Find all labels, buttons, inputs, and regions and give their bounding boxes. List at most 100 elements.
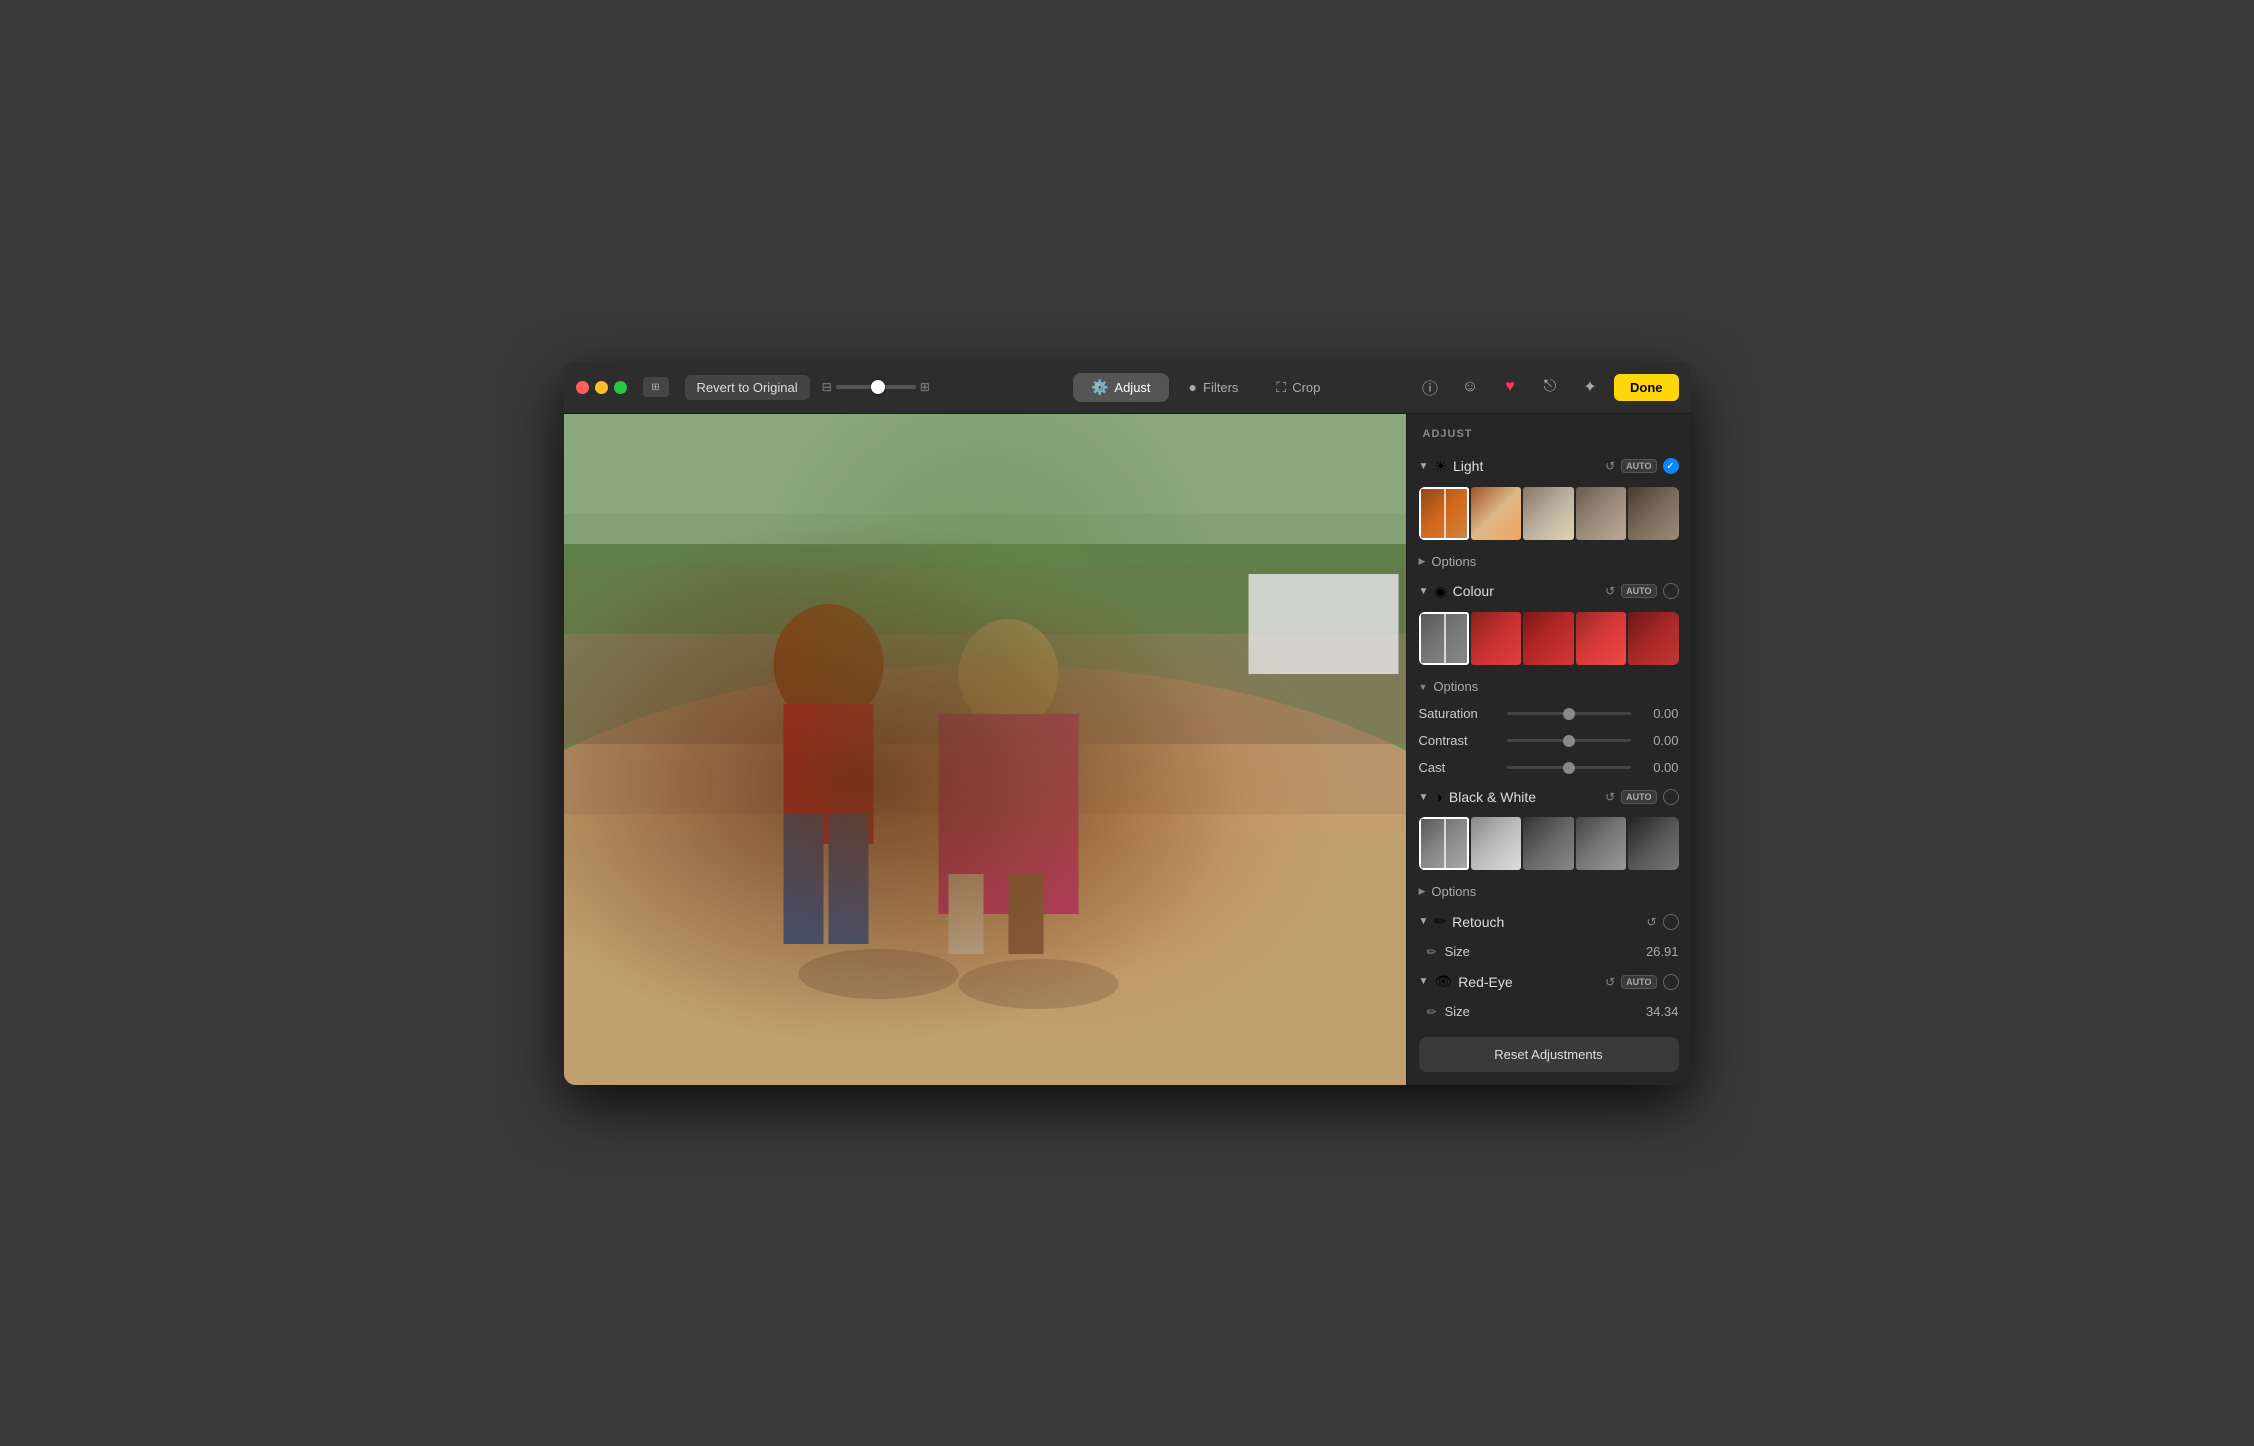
colour-auto-badge[interactable]: AUTO	[1621, 584, 1656, 598]
light-options-chevron-icon: ▶	[1419, 556, 1426, 567]
tab-crop-label: Crop	[1292, 380, 1320, 395]
cast-label: Cast	[1419, 760, 1499, 775]
colour-thumb-5[interactable]	[1628, 612, 1678, 665]
minimize-button[interactable]	[595, 381, 608, 394]
saturation-slider[interactable]	[1507, 712, 1631, 715]
colour-thumbnails	[1419, 612, 1679, 665]
colour-thumb-3[interactable]	[1523, 612, 1573, 665]
section-light-header[interactable]: ▼ ☀ Light ↺ AUTO ✓	[1407, 450, 1691, 483]
bw-auto-badge[interactable]: AUTO	[1621, 790, 1656, 804]
redeye-auto-badge[interactable]: AUTO	[1621, 975, 1656, 989]
filters-icon: ●	[1189, 379, 1197, 395]
light-chevron-icon: ▼	[1419, 461, 1429, 472]
bw-icon: ◑	[1434, 789, 1442, 805]
zoom-slider[interactable]	[836, 385, 916, 389]
contrast-value: 0.00	[1639, 733, 1679, 748]
bw-thumb-3[interactable]	[1523, 817, 1573, 870]
redeye-chevron-icon: ▼	[1419, 976, 1429, 987]
section-bw-header[interactable]: ▼ ◑ Black & White ↺ AUTO	[1407, 781, 1691, 813]
bw-options-chevron-icon: ▶	[1419, 886, 1426, 897]
retouch-circle[interactable]	[1663, 914, 1679, 930]
zoom-slider-thumb	[871, 380, 885, 394]
bw-thumb-4[interactable]	[1576, 817, 1626, 870]
colour-circle[interactable]	[1663, 583, 1679, 599]
photo-area	[564, 414, 1406, 1085]
magic-wand-button[interactable]: ✦	[1574, 371, 1606, 403]
redeye-reset-icon[interactable]: ↺	[1605, 975, 1615, 989]
contrast-slider[interactable]	[1507, 739, 1631, 742]
bw-thumb-5[interactable]	[1628, 817, 1678, 870]
light-reset-icon[interactable]: ↺	[1605, 459, 1615, 473]
bw-options-row[interactable]: ▶ Options	[1407, 878, 1691, 905]
colour-thumb-4[interactable]	[1576, 612, 1626, 665]
colour-reset-icon[interactable]: ↺	[1605, 584, 1615, 598]
redeye-size-row: ✏ Size 34.34	[1407, 998, 1691, 1025]
content-view-button[interactable]: ⊞	[643, 377, 669, 397]
bw-actions: ↺ AUTO	[1605, 789, 1678, 805]
bw-reset-icon[interactable]: ↺	[1605, 790, 1615, 804]
tab-crop[interactable]: ⛶ Crop	[1258, 373, 1338, 402]
redeye-actions: ↺ AUTO	[1605, 974, 1678, 990]
maximize-button[interactable]	[614, 381, 627, 394]
section-retouch-header[interactable]: ▼ ✏ Retouch ↺	[1407, 905, 1691, 938]
retouch-icon: ✏	[1434, 913, 1446, 930]
tab-adjust[interactable]: ⚙️ Adjust	[1073, 373, 1169, 402]
export-button[interactable]: ⎋	[1534, 371, 1566, 403]
light-thumb-2[interactable]	[1471, 487, 1521, 540]
crop-icon: ⛶	[1276, 379, 1286, 396]
redeye-circle[interactable]	[1663, 974, 1679, 990]
zoom-out-icon: ⊟	[822, 380, 832, 394]
contrast-label: Contrast	[1419, 733, 1499, 748]
favorite-button[interactable]: ♥	[1494, 371, 1526, 403]
light-thumb-1[interactable]	[1419, 487, 1469, 540]
bw-chevron-icon: ▼	[1419, 792, 1429, 803]
light-icon: ☀	[1434, 458, 1447, 475]
retouch-size-row: ✏ Size 26.91	[1407, 938, 1691, 965]
redeye-size-value: 34.34	[1646, 1004, 1679, 1019]
cast-row: Cast 0.00	[1407, 754, 1691, 781]
light-options-row[interactable]: ▶ Options	[1407, 548, 1691, 575]
colour-thumb-2[interactable]	[1471, 612, 1521, 665]
light-check-circle[interactable]: ✓	[1663, 458, 1679, 474]
light-options-label: Options	[1431, 554, 1476, 569]
retouch-chevron-icon: ▼	[1419, 916, 1429, 927]
revert-button[interactable]: Revert to Original	[685, 375, 810, 400]
section-redeye-header[interactable]: ▼ 👁 Red-Eye ↺ AUTO	[1407, 965, 1691, 998]
colour-thumb-1[interactable]	[1419, 612, 1469, 665]
retouch-size-value: 26.91	[1646, 944, 1679, 959]
colour-title: Colour	[1453, 583, 1599, 599]
light-thumb-3[interactable]	[1523, 487, 1573, 540]
saturation-row: Saturation 0.00	[1407, 700, 1691, 727]
bw-thumb-2[interactable]	[1471, 817, 1521, 870]
light-thumb-5[interactable]	[1628, 487, 1678, 540]
reset-adjustments-button[interactable]: Reset Adjustments	[1419, 1037, 1679, 1072]
contrast-thumb	[1563, 735, 1575, 747]
zoom-in-icon: ⊞	[920, 380, 930, 394]
info-button[interactable]: ⓘ	[1414, 371, 1446, 403]
cast-value: 0.00	[1639, 760, 1679, 775]
right-panel: ADJUST ▼ ☀ Light ↺ AUTO ✓	[1406, 414, 1691, 1085]
panel-title: ADJUST	[1407, 414, 1691, 450]
tab-filters[interactable]: ● Filters	[1171, 373, 1257, 402]
bw-thumb-1[interactable]	[1419, 817, 1469, 870]
app-window: ⊞ Revert to Original ⊟ ⊞ ⚙️ Adjust ● Fil…	[564, 362, 1691, 1085]
retouch-actions: ↺	[1646, 914, 1678, 930]
traffic-lights	[576, 381, 627, 394]
section-colour-header[interactable]: ▼ ◉ Colour ↺ AUTO	[1407, 575, 1691, 608]
light-auto-badge[interactable]: AUTO	[1621, 459, 1656, 473]
cast-slider[interactable]	[1507, 766, 1631, 769]
done-button[interactable]: Done	[1614, 374, 1679, 401]
titlebar-right: ⓘ ☺ ♥ ⎋ ✦ Done	[1414, 371, 1679, 403]
colour-options-row[interactable]: ▼ Options	[1407, 673, 1691, 700]
retouch-reset-icon[interactable]: ↺	[1646, 915, 1656, 929]
light-thumb-4[interactable]	[1576, 487, 1626, 540]
bw-thumbnails	[1419, 817, 1679, 870]
share-button[interactable]: ☺	[1454, 371, 1486, 403]
colour-options-chevron-icon: ▼	[1419, 682, 1428, 692]
tool-tabs: ⚙️ Adjust ● Filters ⛶ Crop	[1073, 373, 1338, 402]
photo-overlay	[564, 414, 1406, 1085]
close-button[interactable]	[576, 381, 589, 394]
retouch-title: Retouch	[1452, 914, 1640, 930]
bw-circle[interactable]	[1663, 789, 1679, 805]
redeye-size-label: Size	[1445, 1004, 1638, 1019]
